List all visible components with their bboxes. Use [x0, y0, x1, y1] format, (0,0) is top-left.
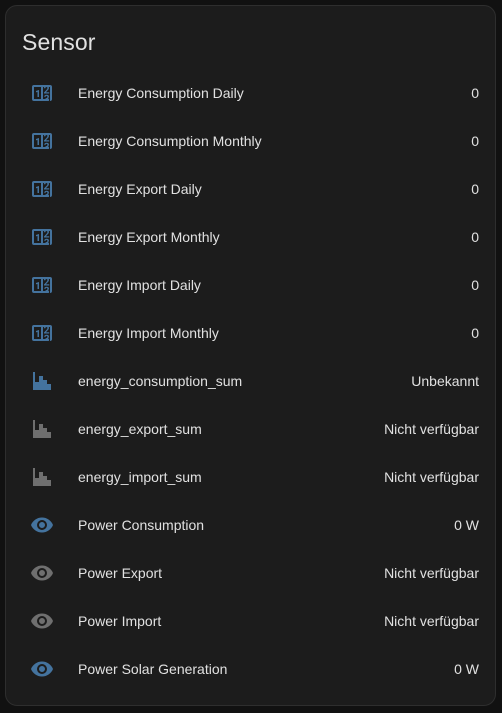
entity-row[interactable]: Power Export Nicht verfügbar — [6, 549, 495, 597]
entity-row[interactable]: Energy Import Daily 0 — [6, 261, 495, 309]
entity-name[interactable]: Energy Export Monthly — [78, 213, 220, 261]
entity-name[interactable]: Energy Import Daily — [78, 261, 201, 309]
chart-histogram-icon[interactable] — [30, 369, 54, 393]
entity-state: Nicht verfügbar — [384, 469, 479, 485]
entity-state: Nicht verfügbar — [384, 421, 479, 437]
entity-name[interactable]: energy_export_sum — [78, 405, 202, 453]
entity-state: 0 — [471, 229, 479, 245]
entity-row[interactable]: Energy Export Daily 0 — [6, 165, 495, 213]
entity-name[interactable]: energy_consumption_sum — [78, 357, 242, 405]
entity-row[interactable]: Energy Consumption Daily 0 — [6, 69, 495, 117]
entity-row[interactable]: Energy Import Monthly 0 — [6, 309, 495, 357]
counter-icon[interactable] — [30, 273, 54, 297]
entity-state: 0 — [471, 181, 479, 197]
entity-state: Unbekannt — [411, 373, 479, 389]
entity-row[interactable]: Power Consumption 0 W — [6, 501, 495, 549]
counter-icon[interactable] — [30, 81, 54, 105]
entity-row[interactable]: energy_export_sum Nicht verfügbar — [6, 405, 495, 453]
entity-name[interactable]: Energy Consumption Daily — [78, 69, 244, 117]
entity-state: 0 — [471, 133, 479, 149]
entity-state: 0 W — [454, 661, 479, 677]
entity-name[interactable]: Energy Export Daily — [78, 165, 202, 213]
entity-name[interactable]: Power Consumption — [78, 501, 204, 549]
counter-icon[interactable] — [30, 177, 54, 201]
eye-icon[interactable] — [30, 513, 54, 537]
entity-name[interactable]: Energy Import Monthly — [78, 309, 219, 357]
entity-name[interactable]: Power Import — [78, 597, 161, 645]
sensor-card: Sensor Energy Consumption Daily 0 Energy C… — [5, 5, 496, 706]
counter-icon[interactable] — [30, 129, 54, 153]
entity-row[interactable]: Energy Consumption Monthly 0 — [6, 117, 495, 165]
counter-icon[interactable] — [30, 225, 54, 249]
entity-list: Energy Consumption Daily 0 Energy Consumpt… — [6, 69, 495, 693]
entity-name[interactable]: Power Solar Generation — [78, 645, 227, 693]
entity-state: 0 — [471, 277, 479, 293]
entity-state: 0 — [471, 85, 479, 101]
entity-state: 0 — [471, 325, 479, 341]
entity-row[interactable]: Power Import Nicht verfügbar — [6, 597, 495, 645]
entity-name[interactable]: Energy Consumption Monthly — [78, 117, 262, 165]
entity-name[interactable]: energy_import_sum — [78, 453, 202, 501]
entity-state: Nicht verfügbar — [384, 613, 479, 629]
entity-name[interactable]: Power Export — [78, 549, 162, 597]
entity-state: Nicht verfügbar — [384, 565, 479, 581]
card-title: Sensor — [22, 29, 96, 55]
chart-histogram-icon[interactable] — [30, 465, 54, 489]
entity-row[interactable]: Power Solar Generation 0 W — [6, 645, 495, 693]
chart-histogram-icon[interactable] — [30, 417, 54, 441]
counter-icon[interactable] — [30, 321, 54, 345]
entity-row[interactable]: Energy Export Monthly 0 — [6, 213, 495, 261]
eye-icon[interactable] — [30, 609, 54, 633]
entity-row[interactable]: energy_import_sum Nicht verfügbar — [6, 453, 495, 501]
eye-icon[interactable] — [30, 561, 54, 585]
entity-state: 0 W — [454, 517, 479, 533]
eye-icon[interactable] — [30, 657, 54, 681]
entity-row[interactable]: energy_consumption_sum Unbekannt — [6, 357, 495, 405]
